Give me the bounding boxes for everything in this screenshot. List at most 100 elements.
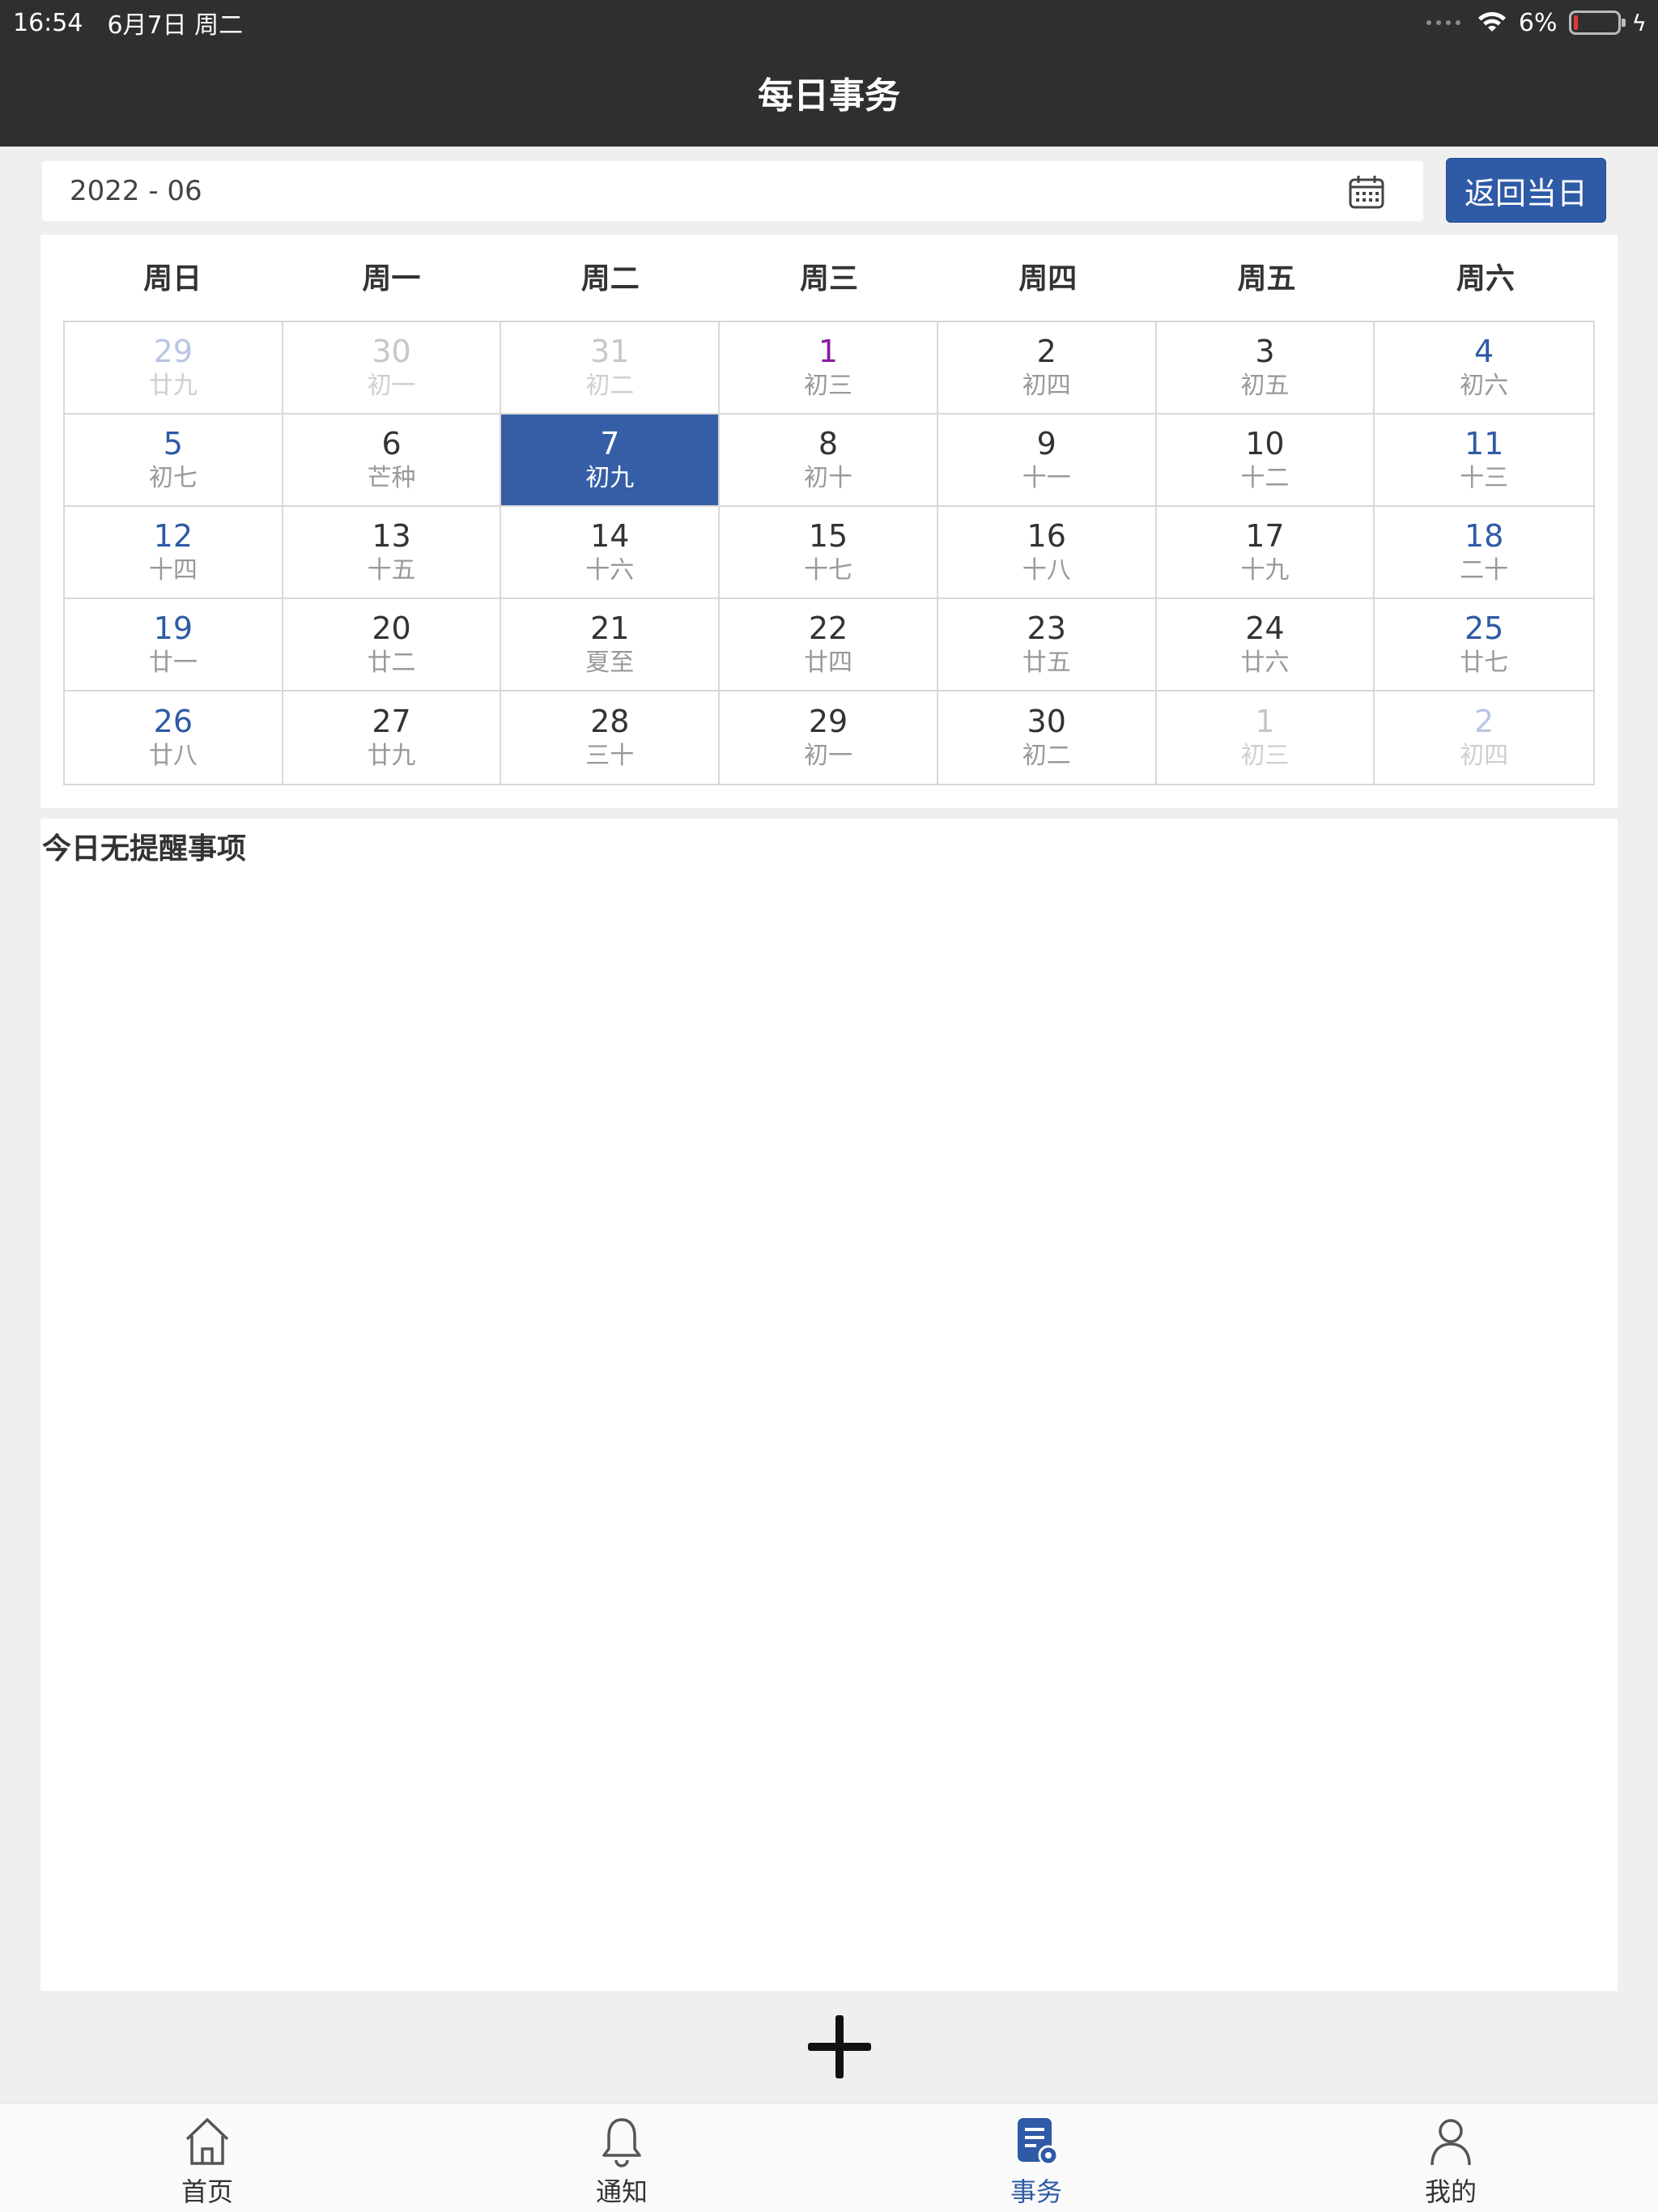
calendar-day[interactable]: 16 十八 [937,507,1157,599]
lunar-date: 廿七 [1460,649,1509,677]
calendar-day[interactable]: 29 廿九 [65,322,283,415]
weekday-label: 周六 [1456,262,1515,296]
weekday-header: 周日 周一 周二 周三 周四 周五 周六 [63,259,1595,300]
day-number: 24 [1245,610,1285,646]
calendar-day[interactable]: 2 初四 [937,322,1157,415]
lunar-date: 夏至 [585,649,635,677]
user-icon [1431,2119,1471,2166]
tab-tasks-label: 事务 [1010,2176,1062,2207]
day-number: 23 [1027,610,1066,646]
calendar-day[interactable]: 21 夏至 [501,599,721,691]
calendar-grid: 29 廿九 30 初一 31 初二 1 初三 2 初四 3 初五 4 初六 5 初七 6 芒种 7 初九 8 初十 9 十一 1… [63,321,1595,785]
calendar-day[interactable]: 27 廿九 [283,691,502,784]
calendar-day[interactable]: 3 初五 [1156,322,1375,415]
calendar-day[interactable]: 5 初七 [65,415,283,507]
battery-icon [1568,11,1626,35]
weekday-label: 周一 [362,262,421,296]
day-number: 3 [1255,334,1275,369]
calendar-day[interactable]: 14 十六 [501,507,721,599]
calendar-day[interactable]: 1 初三 [1157,691,1375,784]
calendar-day[interactable]: 11 十三 [1375,415,1593,507]
lunar-date: 廿九 [148,372,198,400]
day-number: 29 [808,704,848,739]
calendar-day[interactable]: 28 三十 [501,691,721,784]
calendar-icon[interactable] [1347,172,1386,211]
add-icon[interactable] [806,2014,873,2080]
calendar-day[interactable]: 1 初三 [720,322,938,415]
day-number: 30 [372,334,411,369]
lunar-date: 廿四 [803,649,852,677]
lunar-date: 十一 [1022,464,1071,492]
lunar-date: 初一 [803,742,852,770]
calendar-day[interactable]: 23 廿五 [937,599,1157,691]
lunar-date: 十二 [1240,464,1290,492]
tab-profile[interactable]: 我的 [1244,2104,1658,2212]
day-number: 14 [590,518,630,554]
lunar-date: 三十 [585,742,635,770]
calendar-day[interactable]: 8 初十 [720,415,938,507]
lunar-date: 廿二 [367,649,416,677]
month-picker[interactable]: 2022 - 06 [42,161,1423,221]
calendar-day[interactable]: 24 廿六 [1156,599,1375,691]
day-number: 18 [1464,518,1504,554]
calendar-day[interactable]: 2 初四 [1375,691,1593,784]
lunar-date: 初二 [1022,742,1071,770]
calendar-day[interactable]: 25 廿七 [1375,599,1593,691]
tab-home[interactable]: 首页 [0,2104,414,2212]
calendar-day[interactable]: 26 廿八 [65,691,283,784]
calendar-day[interactable]: 18 二十 [1375,507,1593,599]
lunar-date: 十八 [1022,556,1071,585]
lunar-date: 廿九 [367,742,416,770]
status-date: 6月7日 周二 [107,11,244,40]
calendar-day[interactable]: 10 十二 [1156,415,1375,507]
calendar-day[interactable]: 30 初一 [283,322,502,415]
calendar-day[interactable]: 17 十九 [1156,507,1375,599]
day-number: 16 [1027,518,1066,554]
tab-notifications[interactable]: 通知 [414,2104,829,2212]
day-number: 6 [381,426,402,462]
lunar-date: 十五 [367,556,416,585]
calendar-day[interactable]: 31 初二 [501,322,721,415]
tab-bar: 首页 通知 事务 我的 [0,2103,1658,2212]
calendar-day[interactable]: 4 初六 [1375,322,1593,415]
calendar-day[interactable]: 30 初二 [938,691,1157,784]
tab-notifications-label: 通知 [595,2176,648,2207]
lunar-date: 十六 [585,556,635,585]
status-bar-right: 6% ϟ [1426,6,1647,39]
calendar-day[interactable]: 13 十五 [283,507,502,599]
lunar-date: 廿五 [1022,649,1071,677]
reminder-panel: 今日无提醒事项 [40,819,1618,1991]
battery-percent: 6% [1518,8,1558,37]
lunar-date: 初六 [1460,372,1509,400]
lunar-date: 十九 [1240,556,1290,585]
tab-home-label: 首页 [181,2176,233,2207]
day-number: 10 [1245,426,1285,462]
back-to-today-button[interactable]: 返回当日 [1446,158,1606,223]
bell-icon [602,2118,641,2167]
calendar-day[interactable]: 9 十一 [937,415,1157,507]
calendar-day[interactable]: 19 廿一 [65,599,283,691]
calendar-day[interactable]: 6 芒种 [283,415,502,507]
day-number: 1 [818,334,839,369]
calendar-day[interactable]: 22 廿四 [720,599,938,691]
lunar-date: 廿一 [148,649,198,677]
day-number: 4 [1474,334,1494,369]
signal-icon [1426,20,1460,25]
empty-reminder-text: 今日无提醒事项 [42,832,247,866]
lunar-date: 初五 [1240,372,1290,400]
day-number: 30 [1027,704,1066,739]
calendar-day[interactable]: 12 十四 [65,507,283,599]
calendar-day-selected[interactable]: 7 初九 [501,415,721,507]
calendar-day[interactable]: 29 初一 [720,691,938,784]
day-number: 1 [1255,704,1275,739]
calendar-day[interactable]: 20 廿二 [283,599,502,691]
tab-profile-label: 我的 [1424,2176,1477,2207]
day-number: 15 [808,518,848,554]
calendar-panel: 周日 周一 周二 周三 周四 周五 周六 29 廿九 30 初一 31 初二 1 初三 2 初四 3 初五 4 初六 5… [40,235,1618,808]
wifi-icon [1477,11,1506,32]
calendar-day[interactable]: 15 十七 [720,507,938,599]
day-number: 12 [153,518,193,554]
tab-tasks[interactable]: 事务 [829,2104,1244,2212]
day-number: 11 [1464,426,1504,462]
lunar-date: 廿八 [148,742,198,770]
